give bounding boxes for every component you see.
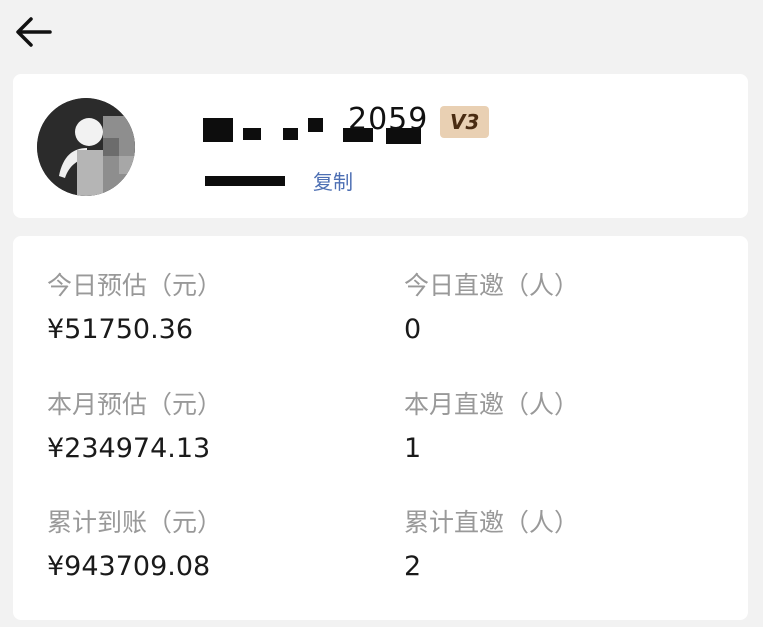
stat-label: 累计直邀（人） — [404, 508, 580, 537]
stat-value: ¥51750.36 — [47, 314, 194, 345]
stat-total-received: 累计到账（元） ¥943709.08 — [47, 508, 367, 582]
stat-value: 2 — [404, 551, 422, 582]
redacted-block — [203, 118, 233, 142]
avatar[interactable] — [37, 98, 135, 196]
stat-value: ¥234974.13 — [47, 433, 211, 464]
redacted-block — [243, 128, 261, 140]
arrow-left-icon — [16, 17, 52, 47]
stat-value: 1 — [404, 433, 422, 464]
stat-label: 累计到账（元） — [47, 508, 223, 537]
stat-value: 0 — [404, 314, 422, 345]
stat-label: 今日直邀（人） — [404, 271, 580, 300]
stat-month-estimate: 本月预估（元） ¥234974.13 — [47, 390, 367, 464]
user-id-row: 复制 — [193, 166, 393, 195]
back-button[interactable] — [12, 10, 56, 54]
stat-label: 本月直邀（人） — [404, 390, 580, 419]
stat-label: 今日预估（元） — [47, 271, 223, 300]
stat-label: 本月预估（元） — [47, 390, 223, 419]
user-name-visible-part: 2059 — [348, 102, 429, 137]
profile-card: 2059 V3 复制 — [13, 74, 748, 218]
stat-today-invites: 今日直邀（人） 0 — [404, 271, 724, 345]
stat-today-estimate: 今日预估（元） ¥51750.36 — [47, 271, 367, 345]
stats-card: 今日预估（元） ¥51750.36 今日直邀（人） 0 本月预估（元） ¥234… — [13, 236, 748, 620]
redacted-block — [283, 128, 298, 140]
user-name: 2059 — [198, 102, 438, 146]
copy-button[interactable]: 复制 — [313, 166, 353, 195]
redacted-block — [308, 118, 323, 132]
level-badge: V3 — [440, 106, 490, 138]
redacted-block — [205, 176, 285, 186]
stat-value: ¥943709.08 — [47, 551, 211, 582]
stat-total-invites: 累计直邀（人） 2 — [404, 508, 724, 582]
stat-month-invites: 本月直邀（人） 1 — [404, 390, 724, 464]
user-avatar-icon — [37, 98, 135, 196]
